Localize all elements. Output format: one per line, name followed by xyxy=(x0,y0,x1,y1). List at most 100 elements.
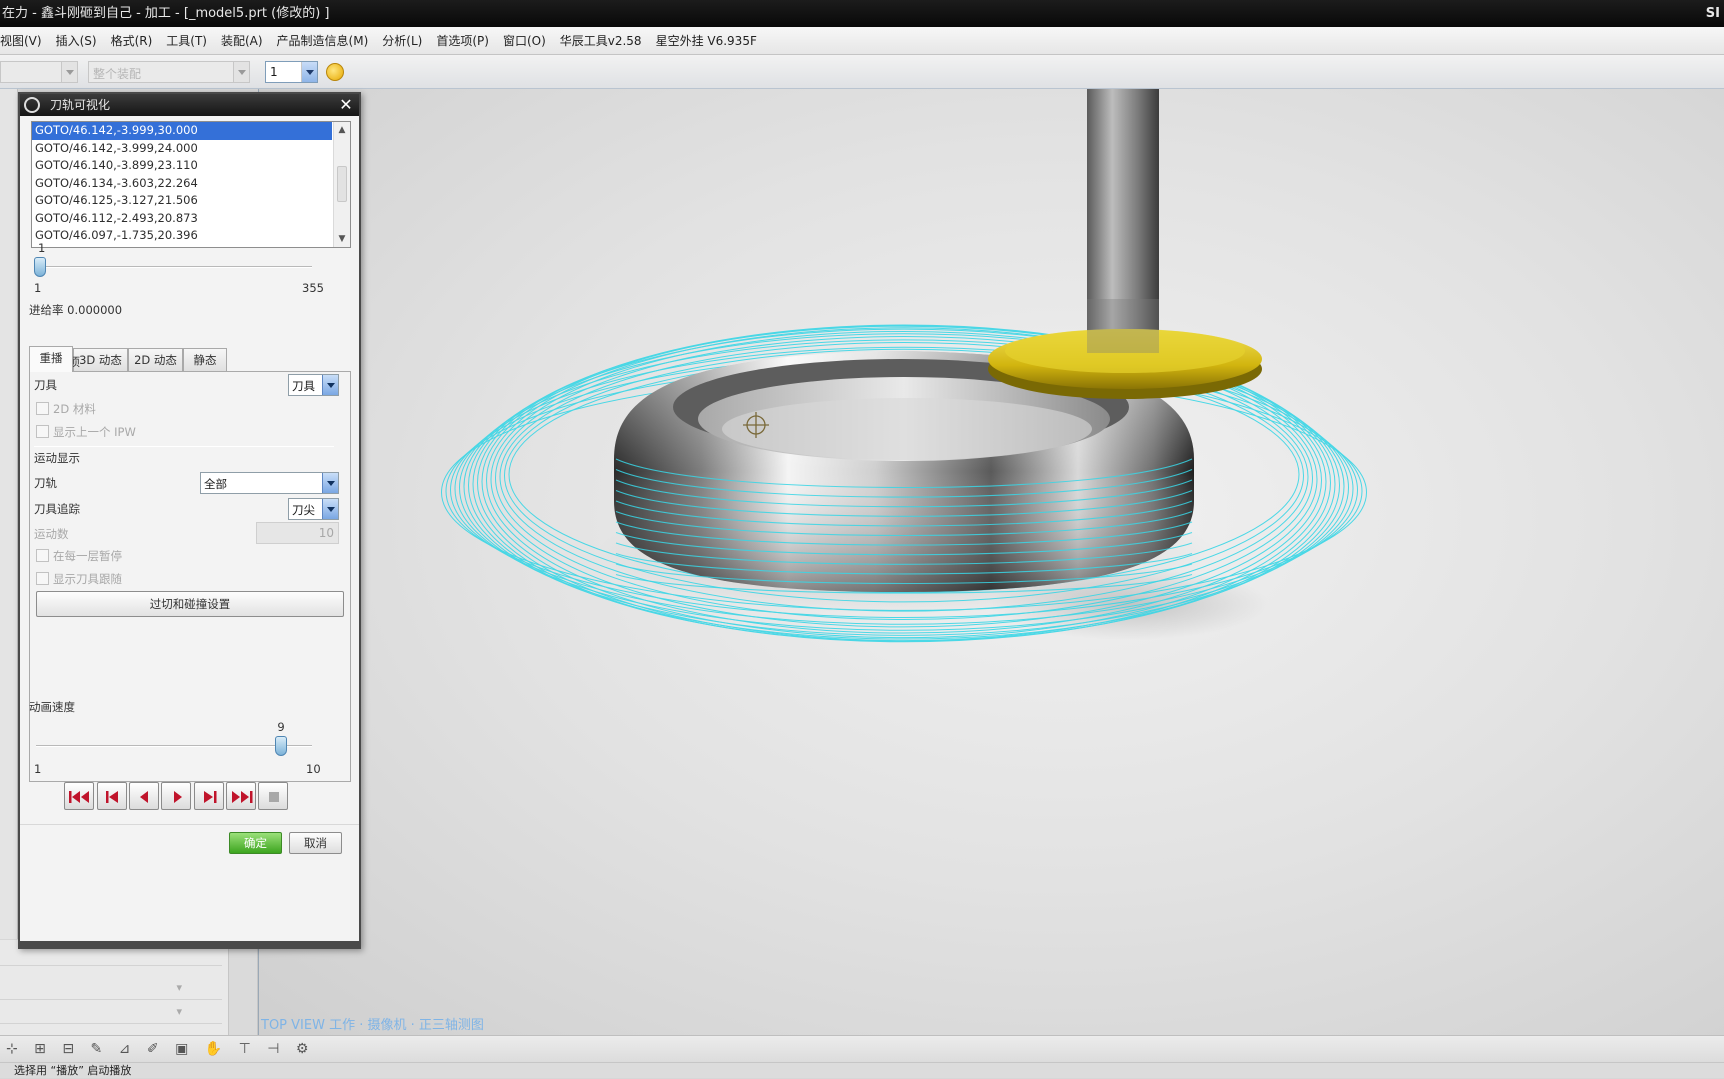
step-slider-thumb[interactable] xyxy=(34,257,46,277)
menu-xingkong-plugin[interactable]: 星空外挂 V6.935F xyxy=(656,32,757,49)
window-title: 在力 - 鑫斗刚砸到自己 - 加工 - [_model5.prt (修改的) ] xyxy=(2,6,330,21)
tool-label: 刀具 xyxy=(34,378,57,392)
checkbox-2d-material[interactable] xyxy=(36,402,49,415)
status-bar: 选择用 “播放” 启动播放 xyxy=(0,1062,1724,1078)
goto-listbox[interactable]: GOTO/46.142,-3.999,30.000 GOTO/46.142,-3… xyxy=(31,121,351,248)
play-button[interactable] xyxy=(161,782,191,810)
list-item[interactable]: GOTO/46.142,-3.999,24.000 xyxy=(32,140,350,158)
speed-slider-max: 10 xyxy=(306,762,321,776)
chevron-down-icon xyxy=(322,499,338,519)
checkbox-show-tool-shaft-label: 显示刀具跟随 xyxy=(53,572,122,586)
step-slider-track[interactable] xyxy=(40,266,312,268)
speed-slider-current: 9 xyxy=(277,720,285,734)
tool-trace-dropdown-value: 刀尖 xyxy=(292,503,315,517)
checkbox-show-prev-ipw[interactable] xyxy=(36,425,49,438)
layer-value: 1 xyxy=(270,65,278,79)
tab-replay[interactable]: 重播 xyxy=(29,346,73,372)
rewind-to-start-icon xyxy=(69,791,89,803)
ok-button[interactable]: 确定 xyxy=(229,832,282,854)
tab-static[interactable]: 静态 xyxy=(183,348,227,372)
chevron-down-icon xyxy=(322,375,338,395)
navigator-splitter[interactable] xyxy=(228,940,258,1038)
tool-shaft-reflection xyxy=(1087,299,1159,353)
menu-tools[interactable]: 工具(T) xyxy=(166,32,207,49)
list-item[interactable]: GOTO/46.140,-3.899,23.110 xyxy=(32,157,350,175)
fast-forward-to-end-icon xyxy=(232,791,253,803)
checkbox-pause-each-op-label: 在每一层暂停 xyxy=(53,549,122,563)
list-item[interactable]: GOTO/46.142,-3.999,30.000 xyxy=(32,122,332,140)
toolpath-visualization-dialog: 刀轨可视化 ✕ GOTO/46.142,-3.999,30.000 GOTO/4… xyxy=(18,92,361,949)
menu-insert[interactable]: 插入(S) xyxy=(56,32,97,49)
tool-dropdown[interactable]: 刀具 xyxy=(288,374,339,396)
assembly-scope-combo[interactable]: 整个装配 xyxy=(88,61,250,83)
resource-bar xyxy=(0,89,18,939)
tab-3d-dynamic[interactable]: 3D 动态 xyxy=(73,348,128,372)
step-slider-current: 1 xyxy=(38,241,46,255)
step-forward-icon xyxy=(204,791,217,803)
dialog-titlebar[interactable]: 刀轨可视化 ✕ xyxy=(20,94,359,116)
step-slider-max: 355 xyxy=(302,281,324,295)
stop-button[interactable] xyxy=(258,782,288,810)
close-icon[interactable]: ✕ xyxy=(336,95,356,115)
toolpath-label: 刀轨 xyxy=(34,476,57,490)
gouge-collision-settings-button[interactable]: 过切和碰撞设置 xyxy=(36,591,344,617)
rewind-to-start-button[interactable] xyxy=(64,782,94,810)
chevron-down-icon xyxy=(301,62,317,82)
tab-2d-dynamic[interactable]: 2D 动态 xyxy=(128,348,183,372)
step-back-button[interactable] xyxy=(97,782,127,810)
graphics-viewport[interactable]: TOP VIEW 工作 · 摄像机 · 正三轴测图 xyxy=(258,89,1724,1035)
toolpath-dropdown[interactable]: 全部 xyxy=(200,472,339,494)
chevron-down-icon xyxy=(233,62,249,82)
fast-forward-to-end-button[interactable] xyxy=(226,782,256,810)
checkbox-show-tool-shaft[interactable] xyxy=(36,572,49,585)
play-reverse-icon xyxy=(140,791,148,803)
chevron-down-icon: ▾ xyxy=(176,981,182,994)
motion-count-label: 运动数 xyxy=(34,527,69,541)
tool-dropdown-value: 刀具 xyxy=(292,379,315,393)
tool-trace-dropdown[interactable]: 刀尖 xyxy=(288,498,339,520)
selection-icons[interactable]: ⊹ ⊞ ⊟ ✎ ⊿ ✐ ▣ ✋ ⊤ ⊣ ⚙ xyxy=(6,1041,315,1057)
checkbox-show-prev-ipw-label: 显示上一个 IPW xyxy=(53,425,136,439)
play-reverse-button[interactable] xyxy=(129,782,159,810)
list-scrollbar[interactable]: ▲ ▼ xyxy=(333,122,350,247)
selection-toolbar: ⊹ ⊞ ⊟ ✎ ⊿ ✐ ▣ ✋ ⊤ ⊣ ⚙ xyxy=(0,1035,1724,1062)
list-item[interactable]: GOTO/46.125,-3.127,21.506 xyxy=(32,192,350,210)
menu-window[interactable]: 窗口(O) xyxy=(503,32,546,49)
filter-combo[interactable] xyxy=(0,61,78,83)
speed-slider-track[interactable] xyxy=(36,745,312,747)
toolpath-dropdown-value: 全部 xyxy=(204,477,227,491)
motion-count-field[interactable]: 10 xyxy=(256,522,339,544)
list-item[interactable]: GOTO/46.112,-2.493,20.873 xyxy=(32,210,350,228)
menu-assembly[interactable]: 装配(A) xyxy=(221,32,263,49)
menu-analysis[interactable]: 分析(L) xyxy=(382,32,422,49)
layer-combo[interactable]: 1 xyxy=(265,61,318,83)
menu-preferences[interactable]: 首选项(P) xyxy=(436,32,489,49)
scroll-thumb[interactable] xyxy=(337,166,347,202)
model-scene xyxy=(441,89,1367,643)
scroll-up-icon[interactable]: ▲ xyxy=(334,122,350,138)
chevron-down-icon xyxy=(61,62,77,82)
feedrate-label: 进给率 0.000000 xyxy=(29,303,123,317)
navigator-row[interactable]: ▾ xyxy=(0,978,222,1000)
cancel-button[interactable]: 取消 xyxy=(289,832,342,854)
menu-pmi[interactable]: 产品制造信息(M) xyxy=(277,32,369,49)
menu-huachen-tools[interactable]: 华辰工具v2.58 xyxy=(560,32,642,49)
menu-format[interactable]: 格式(R) xyxy=(111,32,153,49)
gear-icon[interactable] xyxy=(24,97,40,113)
view-status-label: TOP VIEW 工作 · 摄像机 · 正三轴测图 xyxy=(261,1018,484,1033)
checkbox-pause-each-op[interactable] xyxy=(36,549,49,562)
window-titlebar: 在力 - 鑫斗刚砸到自己 - 加工 - [_model5.prt (修改的) ]… xyxy=(0,0,1724,27)
navigator-row[interactable]: ▾ xyxy=(0,1002,222,1024)
menu-view[interactable]: 视图(V) xyxy=(0,32,42,49)
tool-trace-label: 刀具追踪 xyxy=(34,502,80,516)
scroll-down-icon[interactable]: ▼ xyxy=(334,231,350,247)
assembly-scope-value: 整个装配 xyxy=(93,67,142,81)
chevron-down-icon xyxy=(322,473,338,493)
step-forward-button[interactable] xyxy=(194,782,224,810)
play-icon xyxy=(174,791,182,803)
list-item[interactable]: GOTO/46.097,-1.735,20.396 xyxy=(32,227,350,245)
speed-slider-thumb[interactable] xyxy=(275,736,288,756)
list-item[interactable]: GOTO/46.134,-3.603,22.264 xyxy=(32,175,350,193)
divider xyxy=(34,446,334,447)
snap-icon[interactable] xyxy=(326,63,344,81)
